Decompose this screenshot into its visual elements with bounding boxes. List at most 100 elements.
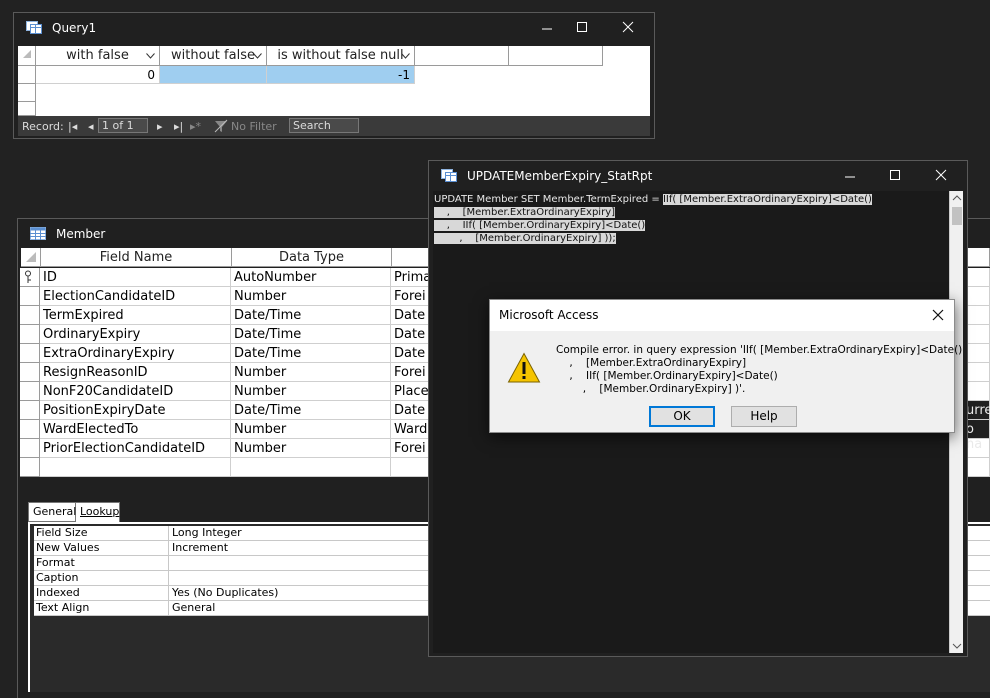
next-record-button[interactable]: ▸ (157, 120, 163, 133)
cell-desc-right[interactable] (966, 287, 990, 306)
cell-desc[interactable] (391, 458, 430, 477)
cell-name[interactable]: PositionExpiryDate (40, 401, 231, 420)
cell-name[interactable]: ResignReasonID (40, 363, 231, 382)
row-selector[interactable] (18, 102, 36, 116)
dialog-titlebar[interactable]: Microsoft Access (490, 300, 954, 331)
cell-desc[interactable]: Forei (391, 439, 430, 458)
cell-name[interactable]: PriorElectionCandidateID (40, 439, 231, 458)
chevron-down-icon[interactable] (950, 639, 964, 653)
cell-desc[interactable]: Date (391, 401, 430, 420)
cell-desc[interactable]: Date (391, 325, 430, 344)
close-button[interactable] (617, 18, 639, 38)
cell-type[interactable]: Number (231, 363, 391, 382)
cell-is-without-false-null[interactable]: -1 (267, 66, 415, 84)
sql-titlebar[interactable]: UPDATEMemberExpiry_StatRpt (429, 161, 967, 191)
table-row[interactable]: NonF20CandidateID Number Place (20, 382, 430, 401)
column-header-is-without-false-null[interactable]: is without false null (267, 46, 415, 66)
cell-name[interactable]: TermExpired (40, 306, 231, 325)
table-row[interactable]: TermExpired Date/Time Date (20, 306, 430, 325)
column-header-empty[interactable] (509, 46, 603, 66)
chevron-down-icon[interactable] (401, 53, 410, 59)
row-selector[interactable] (20, 439, 40, 458)
row-selector[interactable] (18, 66, 36, 84)
cell-type[interactable]: Date/Time (231, 344, 391, 363)
cell-desc-right[interactable] (966, 306, 990, 325)
query1-titlebar[interactable]: Query1 (14, 13, 654, 43)
chevron-up-icon[interactable] (950, 191, 964, 205)
column-header-data-type[interactable]: Data Type (232, 248, 392, 267)
row-selector[interactable] (20, 458, 40, 477)
table-row[interactable]: ResignReasonID Number Forei (20, 363, 430, 382)
close-icon[interactable] (931, 308, 945, 322)
cell-type[interactable]: Number (231, 420, 391, 439)
minimize-button[interactable] (839, 166, 861, 186)
cell-type[interactable]: Date/Time (231, 306, 391, 325)
maximize-button[interactable] (571, 18, 593, 38)
primary-key-selector[interactable] (20, 268, 40, 287)
cell-type[interactable] (231, 458, 391, 477)
table-row[interactable]: PositionExpiryDate Date/Time Date (20, 401, 430, 420)
ok-button[interactable]: OK (649, 406, 715, 427)
table-row[interactable]: PriorElectionCandidateID Number Forei (20, 439, 430, 458)
cell-name[interactable]: ExtraOrdinaryExpiry (40, 344, 231, 363)
cell-desc-right[interactable] (966, 458, 990, 477)
cell-desc[interactable]: Date (391, 344, 430, 363)
close-button[interactable] (930, 166, 952, 186)
scroll-thumb[interactable] (952, 207, 962, 225)
cell-type[interactable]: Number (231, 382, 391, 401)
cell-type[interactable]: Date/Time (231, 401, 391, 420)
row-selector[interactable] (20, 325, 40, 344)
cell-desc-right[interactable] (966, 382, 990, 401)
row-selector[interactable] (20, 420, 40, 439)
cell-desc-right[interactable] (966, 344, 990, 363)
cell-name[interactable]: NonF20CandidateID (40, 382, 231, 401)
chevron-down-icon[interactable] (146, 53, 155, 59)
table-row[interactable]: WardElectedTo Number Ward (20, 420, 430, 439)
last-record-button[interactable]: ▸| (174, 120, 183, 133)
row-selector[interactable] (20, 306, 40, 325)
maximize-button[interactable] (884, 166, 906, 186)
cell-type[interactable]: AutoNumber (231, 268, 391, 287)
cell-desc[interactable]: Forei (391, 363, 430, 382)
cell-desc[interactable]: Prima (391, 268, 430, 287)
prev-record-button[interactable]: ◂ (88, 120, 94, 133)
cell-name[interactable]: WardElectedTo (40, 420, 231, 439)
column-header-empty[interactable] (415, 46, 509, 66)
cell-name[interactable]: OrdinaryExpiry (40, 325, 231, 344)
query-grid-corner[interactable] (18, 46, 36, 66)
cell-name[interactable] (40, 458, 231, 477)
row-selector[interactable] (20, 287, 40, 306)
cell-type[interactable]: Number (231, 439, 391, 458)
search-input[interactable]: Search (289, 118, 359, 133)
help-button[interactable]: Help (731, 406, 797, 427)
cell-without-false[interactable] (160, 66, 267, 84)
filter-status[interactable]: No Filter (231, 120, 277, 133)
table-row[interactable] (20, 458, 430, 477)
record-position-input[interactable]: 1 of 1 (98, 118, 148, 133)
column-header-with-false[interactable]: with false (36, 46, 160, 66)
minimize-button[interactable] (536, 18, 558, 38)
cell-desc[interactable]: Ward (391, 420, 430, 439)
cell-desc-right[interactable] (966, 268, 990, 287)
row-selector[interactable] (20, 363, 40, 382)
cell-type[interactable]: Date/Time (231, 325, 391, 344)
column-header-field-name[interactable]: Field Name (41, 248, 232, 267)
column-header-description-right[interactable] (966, 248, 990, 267)
cell-name[interactable]: ID (40, 268, 231, 287)
cell-desc[interactable]: Forei (391, 287, 430, 306)
cell-desc-right[interactable] (966, 363, 990, 382)
tab-general[interactable]: General (28, 502, 76, 522)
column-header-without-false[interactable]: without false (160, 46, 267, 66)
row-selector[interactable] (18, 84, 36, 102)
table-row[interactable]: ElectionCandidateID Number Forei (20, 287, 430, 306)
table-row[interactable]: OrdinaryExpiry Date/Time Date (20, 325, 430, 344)
new-record-button[interactable]: ▸* (190, 120, 201, 133)
cell-desc-right[interactable] (966, 325, 990, 344)
cell-name[interactable]: ElectionCandidateID (40, 287, 231, 306)
cell-desc[interactable]: Place (391, 382, 430, 401)
member-grid-corner[interactable] (21, 248, 41, 267)
row-selector[interactable] (20, 382, 40, 401)
cell-type[interactable]: Number (231, 287, 391, 306)
row-selector[interactable] (20, 344, 40, 363)
cell-desc[interactable]: Date (391, 306, 430, 325)
